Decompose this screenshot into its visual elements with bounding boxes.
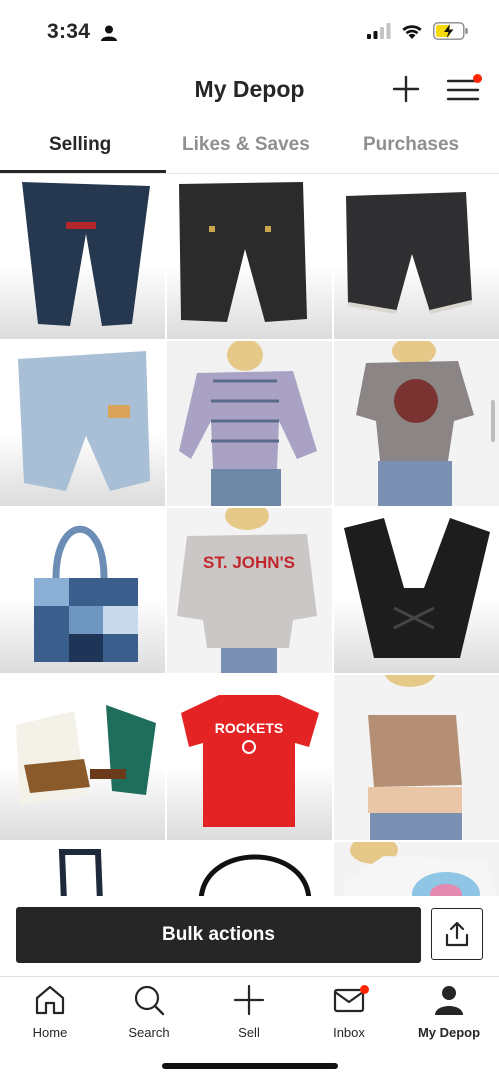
tab-selling[interactable]: Selling [49,134,111,156]
header: My Depop [0,66,499,122]
search-icon [134,985,165,1016]
mail-icon-wrapper [332,983,369,1017]
listing-tile[interactable] [0,675,165,840]
listing-tile[interactable] [0,341,165,506]
nav-inbox[interactable]: Inbox [299,983,399,1040]
notification-dot [473,74,482,83]
nav-label: Home [32,1025,68,1040]
listing-image [346,192,473,314]
active-tab-indicator [0,170,166,173]
sweatshirt-print: ST. JOHN'S [203,553,295,572]
listing-tile[interactable] [334,675,499,840]
listing-tile[interactable] [0,174,165,339]
status-time: 3:34 [47,20,91,43]
listing-image [22,182,150,326]
listing-image [334,341,499,506]
bulk-actions-bar: Bulk actions [0,896,499,976]
share-button[interactable] [431,908,483,960]
listing-image: ROCKETS [181,695,319,827]
listing-tile[interactable]: ROCKETS [167,675,332,840]
nav-home[interactable]: Home [0,983,100,1040]
nav-search[interactable]: Search [99,983,199,1040]
listing-tile[interactable] [167,842,332,896]
share-icon [445,921,469,947]
plus-icon [233,984,265,1016]
battery-charging-icon [433,22,468,40]
listing-tile[interactable] [334,341,499,506]
home-icon [35,985,65,1015]
home-indicator[interactable] [162,1063,338,1069]
bulk-actions-button[interactable]: Bulk actions [16,907,421,963]
tab-likes-saves[interactable]: Likes & Saves [182,134,310,156]
menu-button[interactable] [446,74,482,104]
status-bar: 3:34 [0,0,499,66]
listing-image [58,849,103,896]
listing-tile[interactable] [167,341,332,506]
nav-label: Sell [238,1025,260,1040]
listing-tile[interactable] [0,842,165,896]
nav-label: Inbox [333,1025,365,1040]
listing-tile[interactable] [334,508,499,673]
listing-tile[interactable] [334,842,499,896]
listing-image [199,854,311,896]
tab-purchases[interactable]: Purchases [363,134,459,156]
plus-icon[interactable] [392,75,420,103]
listing-image [344,518,490,658]
listing-image [34,525,138,662]
scroll-indicator[interactable] [491,400,495,442]
nav-my-depop[interactable]: My Depop [399,983,499,1040]
listing-image [179,182,307,322]
listing-image: ST. JOHN'S [167,508,332,673]
listing-tile[interactable]: ST. JOHN'S [167,508,332,673]
profile-icon [435,986,463,1015]
listing-tile[interactable] [334,174,499,339]
listing-image [16,705,156,805]
notification-dot [360,985,369,994]
wifi-icon [402,25,422,39]
tee-print: ROCKETS [215,720,283,736]
signal-icon [367,23,391,39]
tab-bar: Selling Likes & Saves Purchases [0,126,499,174]
listing-grid[interactable]: ST. JOHN'S ROCKETS [0,174,499,896]
listing-tile[interactable] [0,508,165,673]
nav-label: Search [128,1025,170,1040]
page-title: My Depop [194,76,305,102]
listing-tile[interactable] [167,174,332,339]
listing-image [18,351,150,491]
listing-image [334,842,499,896]
listing-image [167,341,332,506]
person-icon [101,25,117,41]
nav-sell[interactable]: Sell [199,983,299,1040]
nav-label: My Depop [417,1025,481,1040]
listing-image [334,675,499,840]
